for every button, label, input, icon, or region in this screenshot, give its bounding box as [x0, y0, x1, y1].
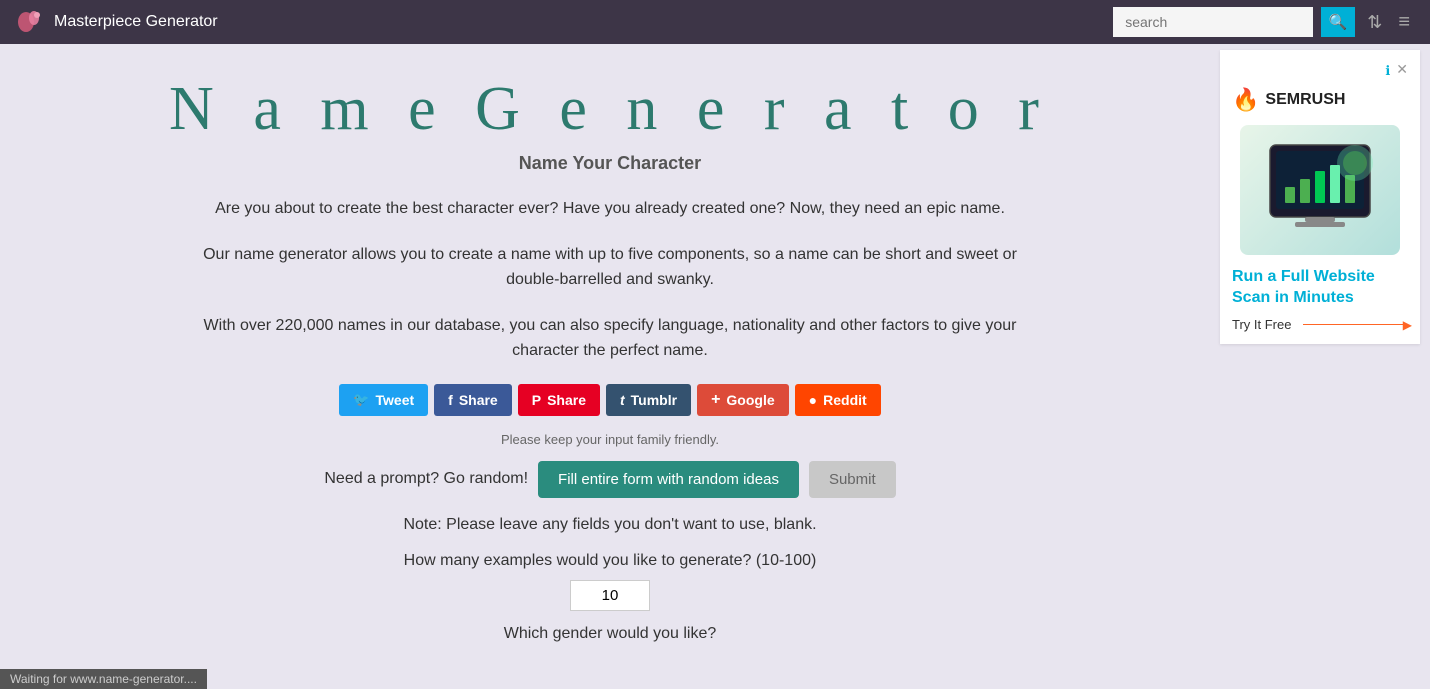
tumblr-label: Tumblr: [631, 392, 677, 408]
ad-headline-accent: in Minutes: [1275, 289, 1354, 306]
search-button[interactable]: 🔍: [1321, 7, 1355, 37]
pinterest-icon: P: [532, 392, 541, 408]
search-icon: 🔍: [1329, 13, 1348, 31]
google-label: Google: [726, 392, 774, 408]
ad-visual: [1240, 125, 1400, 255]
tweet-button[interactable]: 🐦 Tweet: [339, 384, 428, 416]
layout: N a m e G e n e r a t o r Name Your Char…: [0, 44, 1430, 663]
tweet-label: Tweet: [376, 392, 415, 408]
page-title: N a m e G e n e r a t o r: [40, 74, 1180, 145]
description-3: With over 220,000 names in our database,…: [200, 313, 1020, 364]
tumblr-button[interactable]: t Tumblr: [606, 384, 691, 416]
ad-cta[interactable]: Try It Free ▶: [1232, 317, 1408, 332]
tumblr-icon: t: [620, 392, 625, 408]
twitter-icon: 🐦: [353, 392, 369, 408]
sidebar-ad: ℹ ✕ 🔥 SEMRUSH: [1220, 50, 1420, 344]
ad-info-icon[interactable]: ℹ: [1385, 63, 1390, 79]
ad-close-icon[interactable]: ✕: [1396, 62, 1408, 79]
submit-button[interactable]: Submit: [809, 461, 896, 498]
prompt-label: Need a prompt? Go random!: [324, 470, 528, 488]
family-notice: Please keep your input family friendly.: [40, 432, 1180, 447]
semrush-logo: 🔥 SEMRUSH: [1232, 87, 1408, 113]
description-1: Are you about to create the best charact…: [200, 196, 1020, 222]
facebook-label: Share: [459, 392, 498, 408]
ad-close-row: ℹ ✕: [1232, 62, 1408, 79]
facebook-share-button[interactable]: f Share: [434, 384, 512, 416]
status-bar: Waiting for www.name-generator....: [0, 669, 207, 689]
menu-icon: ≡: [1398, 11, 1410, 33]
facebook-icon: f: [448, 392, 453, 408]
count-input[interactable]: [570, 580, 650, 611]
semrush-brand-name: SEMRUSH: [1265, 91, 1345, 109]
reddit-label: Reddit: [823, 392, 867, 408]
google-button[interactable]: + Google: [697, 384, 789, 416]
fill-random-button[interactable]: Fill entire form with random ideas: [538, 461, 799, 498]
examples-label: How many examples would you like to gene…: [40, 552, 1180, 570]
ad-cta-label: Try It Free: [1232, 317, 1291, 332]
pinterest-share-button[interactable]: P Share: [518, 384, 600, 416]
site-title: Masterpiece Generator: [54, 13, 218, 31]
header: Masterpiece Generator 🔍 ⇅ ≡: [0, 0, 1430, 44]
google-icon: +: [711, 391, 720, 409]
main-content: N a m e G e n e r a t o r Name Your Char…: [0, 44, 1220, 663]
page-subtitle: Name Your Character: [40, 153, 1180, 174]
sort-icon: ⇅: [1367, 12, 1382, 32]
menu-icon-button[interactable]: ≡: [1394, 7, 1414, 38]
social-buttons: 🐦 Tweet f Share P Share t Tumblr + Googl…: [40, 384, 1180, 416]
status-text: Waiting for www.name-generator....: [10, 672, 197, 686]
sort-icon-button[interactable]: ⇅: [1363, 8, 1386, 37]
logo-icon: [16, 8, 44, 36]
semrush-brand-icon: 🔥: [1232, 87, 1259, 113]
reddit-button[interactable]: ● Reddit: [795, 384, 881, 416]
pinterest-label: Share: [547, 392, 586, 408]
gender-question: Which gender would you like?: [40, 625, 1180, 643]
ad-headline: Run a Full Website Scan in Minutes: [1232, 267, 1408, 309]
header-left: Masterpiece Generator: [16, 8, 218, 36]
reddit-icon: ●: [809, 392, 817, 408]
search-input[interactable]: [1113, 7, 1313, 37]
header-right: 🔍 ⇅ ≡: [1113, 7, 1414, 38]
description-2: Our name generator allows you to create …: [200, 242, 1020, 293]
prompt-row: Need a prompt? Go random! Fill entire fo…: [40, 461, 1180, 498]
ad-cta-arrow: ▶: [1303, 324, 1408, 325]
note-text: Note: Please leave any fields you don't …: [40, 516, 1180, 534]
ad-illustration: [1250, 135, 1390, 245]
